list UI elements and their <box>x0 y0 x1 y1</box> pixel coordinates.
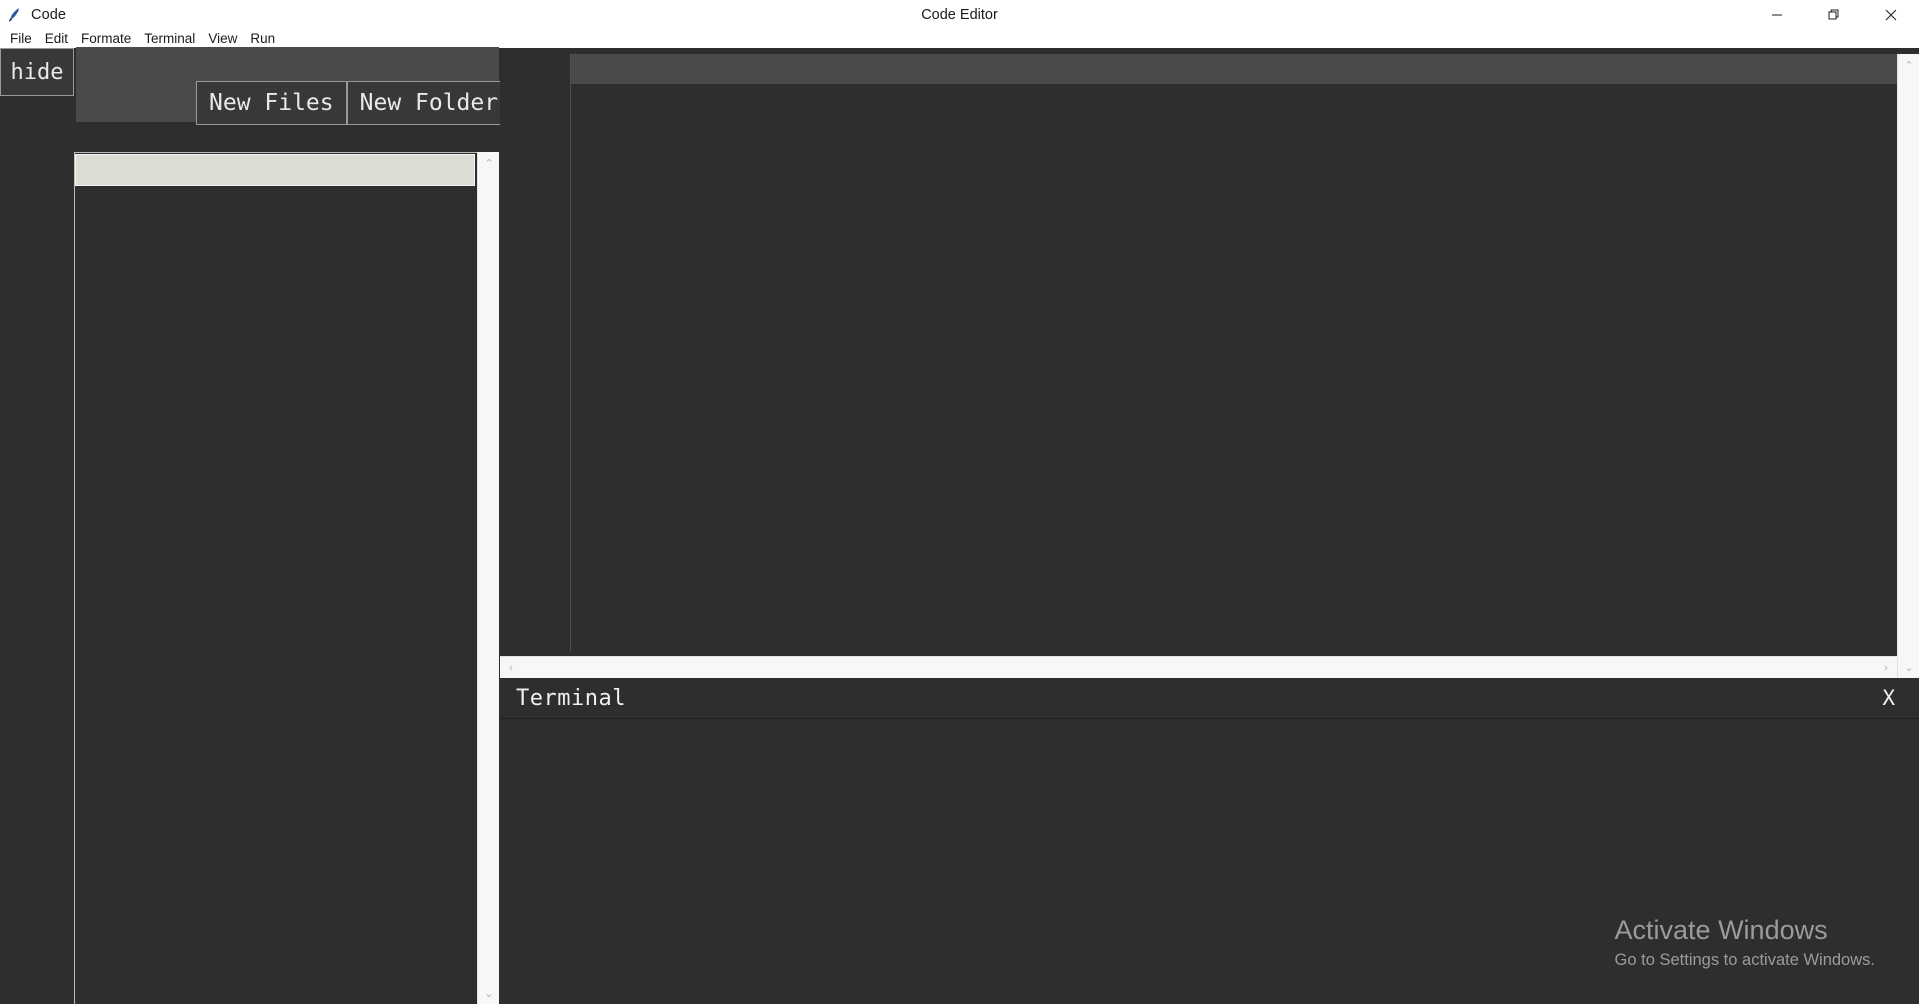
menu-item-edit[interactable]: Edit <box>41 29 77 48</box>
menu-item-run[interactable]: Run <box>246 29 284 48</box>
file-action-buttons: New Files New Folder <box>196 81 512 125</box>
terminal-title: Terminal <box>516 686 626 711</box>
terminal-header: Terminal X <box>500 679 1919 719</box>
restore-icon <box>1828 9 1838 19</box>
menu-item-file[interactable]: File <box>6 29 41 48</box>
new-files-button[interactable]: New Files <box>196 81 347 125</box>
close-icon <box>1885 9 1896 20</box>
scroll-left-icon[interactable]: ‹ <box>500 657 522 679</box>
terminal-output[interactable] <box>500 720 1919 1004</box>
new-folder-button[interactable]: New Folder <box>346 81 512 125</box>
editor-tab-strip[interactable] <box>571 54 1913 84</box>
scroll-up-icon[interactable]: ⌃ <box>478 152 500 174</box>
window-controls <box>1748 0 1919 29</box>
app-name: Code <box>31 6 67 23</box>
scroll-right-icon[interactable]: › <box>1875 657 1897 679</box>
editor-area <box>570 54 1913 652</box>
editor-vertical-scrollbar[interactable]: ⌃ ⌄ <box>1897 54 1919 678</box>
close-button[interactable] <box>1862 0 1919 29</box>
explorer-file-tree[interactable] <box>75 187 475 1004</box>
title-bar: Code Code Editor <box>0 0 1919 29</box>
menu-bar: File Edit Formate Terminal View Run <box>0 29 1919 48</box>
hide-sidebar-button[interactable]: hide <box>0 48 74 96</box>
editor-text-area[interactable] <box>571 84 1913 652</box>
python-feather-icon <box>4 4 26 26</box>
scroll-down-icon[interactable]: ⌄ <box>478 982 500 1004</box>
editor-scroll-up-icon[interactable]: ⌃ <box>1898 54 1919 76</box>
editor-horizontal-scrollbar[interactable]: ‹ › <box>500 656 1897 678</box>
minimize-icon <box>1771 14 1782 15</box>
explorer-header-row[interactable] <box>75 154 475 186</box>
terminal-panel: Terminal X <box>500 679 1919 1004</box>
minimize-button[interactable] <box>1748 0 1805 29</box>
restore-button[interactable] <box>1805 0 1862 29</box>
window-title: Code Editor <box>921 6 998 23</box>
code-editor-window: Code Code Editor File Edit Formate Termi… <box>0 0 1919 1004</box>
menu-item-terminal[interactable]: Terminal <box>140 29 204 48</box>
explorer-vertical-scrollbar[interactable]: ⌃ ⌄ <box>477 152 499 1004</box>
terminal-close-button[interactable]: X <box>1876 686 1901 711</box>
menu-item-view[interactable]: View <box>204 29 246 48</box>
menu-item-formate[interactable]: Formate <box>77 29 140 48</box>
editor-scroll-down-icon[interactable]: ⌄ <box>1898 656 1919 678</box>
editor-line-number-gutter <box>500 54 570 652</box>
